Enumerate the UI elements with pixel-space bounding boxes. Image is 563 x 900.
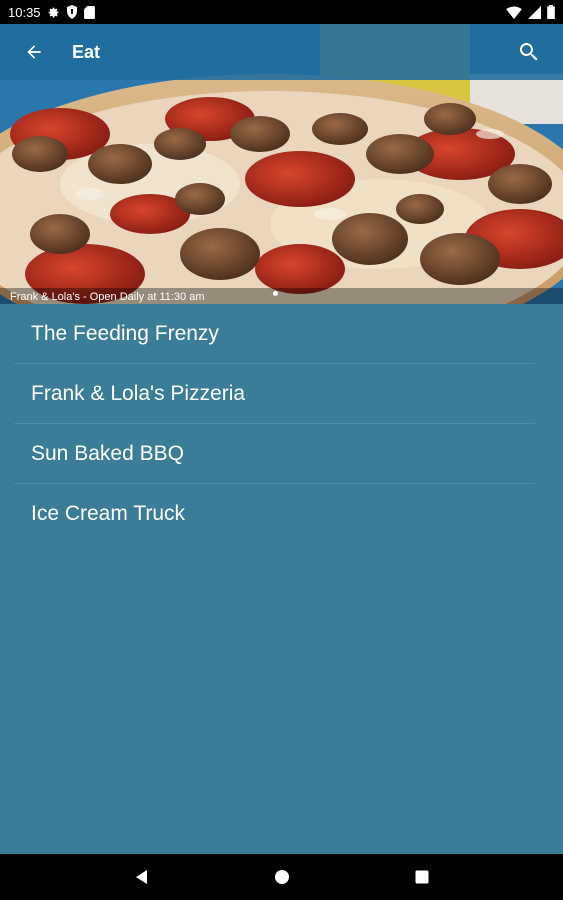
nav-home-button[interactable] <box>262 857 302 897</box>
back-button[interactable] <box>6 24 62 80</box>
home-circle-icon <box>274 870 289 884</box>
list-item-label: Ice Cream Truck <box>31 502 186 525</box>
list-item-label: Sun Baked BBQ <box>31 441 184 465</box>
page-title: Eat <box>72 41 101 62</box>
status-left: 10:35 <box>8 5 95 20</box>
list-item[interactable]: Ice Cream Truck <box>14 484 535 544</box>
shield-icon <box>66 5 78 19</box>
app-toolbar: Eat <box>0 24 563 80</box>
wifi-icon <box>506 5 522 19</box>
nav-back-button[interactable] <box>122 857 162 897</box>
list-item[interactable]: Sun Baked BBQ <box>14 424 535 484</box>
recents-square-icon <box>415 870 428 884</box>
signal-icon <box>528 5 541 19</box>
sd-card-icon <box>83 5 95 19</box>
carousel-indicator-dot <box>273 291 278 296</box>
search-icon <box>519 43 538 61</box>
status-bar: 10:35 <box>0 0 563 24</box>
battery-icon <box>547 5 555 19</box>
gear-icon <box>47 6 60 19</box>
list-item[interactable]: The Feeding Frenzy <box>14 304 535 364</box>
system-nav-bar <box>0 854 563 900</box>
nav-recents-button[interactable] <box>402 857 442 897</box>
app-screen: 10:35 Frank & Lola's - Open Daily at 11:… <box>0 0 563 900</box>
list-item[interactable]: Frank & Lola's Pizzeria <box>14 364 535 424</box>
list-item-label: Frank & Lola's Pizzeria <box>31 381 246 405</box>
hero-caption: Frank & Lola's - Open Daily at 11:30 am <box>10 291 205 303</box>
list-item-label: The Feeding Frenzy <box>31 321 219 345</box>
arrow-back-icon <box>27 45 41 59</box>
status-right <box>506 5 555 19</box>
back-triangle-icon <box>135 870 147 884</box>
search-button[interactable] <box>501 24 557 80</box>
status-time: 10:35 <box>8 4 41 20</box>
restaurant-list: The Feeding Frenzy Frank & Lola's Pizzer… <box>14 304 535 544</box>
